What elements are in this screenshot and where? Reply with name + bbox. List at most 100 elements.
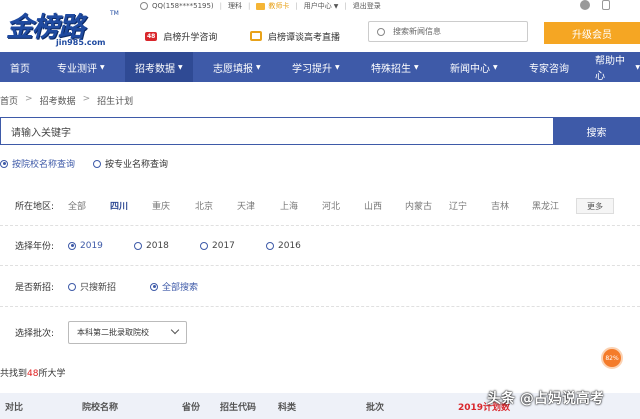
year-label: 选择年份:	[15, 242, 55, 252]
teacher-card-link[interactable]: 教师卡	[268, 1, 289, 11]
keyword-input[interactable]: 请输入关键字	[0, 117, 553, 145]
year-2018[interactable]: 2018	[134, 241, 169, 251]
new-recruit-filter: 是否新招: 只搜新招 全部搜索	[0, 267, 640, 307]
radio-icon	[93, 159, 102, 168]
result-number: 48	[27, 369, 39, 379]
top-header: 金榜路 jin985.com TM QQ(158****5195) | 理科 |…	[0, 0, 640, 52]
chevron-right-icon: >	[25, 94, 33, 104]
col-batch: 批次	[366, 403, 385, 413]
breadcrumb-home[interactable]: 首页	[0, 94, 18, 107]
new-only-option[interactable]: 只搜新招	[68, 280, 116, 293]
radio-icon	[68, 282, 76, 291]
nav-special[interactable]: 特殊招生 ▼	[371, 52, 419, 82]
user-subject: 理科	[228, 2, 243, 10]
region-beijing[interactable]: 北京	[195, 199, 213, 212]
logo-domain: jin985.com	[56, 38, 106, 47]
news-search-placeholder: 搜索新闻信息	[393, 27, 441, 36]
promo-badge: 48	[145, 31, 158, 41]
upgrade-vip-button[interactable]: 升级会员	[544, 22, 640, 44]
site-logo[interactable]: 金榜路 jin985.com TM	[6, 4, 119, 48]
user-info-bar: QQ(158****5195) | 理科 | 教师卡 | 用户中心 ▼ | 退出登…	[140, 0, 381, 12]
nav-help[interactable]: 帮助中心 ▼	[595, 52, 640, 82]
logout-link[interactable]: 退出登录	[353, 1, 381, 11]
nav-application[interactable]: 志愿填报 ▼	[213, 52, 261, 82]
promo-live[interactable]: 启榜谭谈高考直播	[250, 27, 340, 45]
region-shanxi[interactable]: 山西	[364, 199, 382, 212]
region-jilin[interactable]: 吉林	[491, 199, 509, 212]
year-filter: 选择年份: 2019 2018 2017 2016	[0, 226, 640, 266]
col-category: 科类	[278, 403, 297, 413]
region-sichuan[interactable]: 四川	[110, 199, 128, 212]
wechat-icon[interactable]	[580, 0, 590, 10]
all-search-option[interactable]: 全部搜索	[150, 280, 198, 293]
col-province: 省份	[182, 403, 201, 413]
result-count: 共找到48所大学	[0, 369, 66, 379]
nav-admission-data[interactable]: 招考数据 ▼	[125, 52, 193, 82]
year-2019[interactable]: 2019	[68, 241, 103, 251]
region-liaoning[interactable]: 辽宁	[449, 199, 467, 212]
batch-select[interactable]: 本科第二批录取院校	[68, 321, 187, 344]
search-icon	[377, 27, 385, 36]
new-recruit-label: 是否新招:	[15, 283, 55, 293]
user-qq[interactable]: QQ(158****5195)	[152, 2, 214, 10]
radio-icon	[200, 241, 208, 250]
breadcrumb-current: 招生计划	[97, 97, 134, 107]
year-2017[interactable]: 2017	[200, 241, 235, 251]
logo-tm: TM	[110, 10, 119, 17]
region-tianjin[interactable]: 天津	[237, 199, 255, 212]
keyword-search-button[interactable]: 搜索	[553, 117, 640, 145]
region-more-button[interactable]: 更多	[576, 198, 614, 214]
breadcrumb-data[interactable]: 招考数据	[40, 94, 76, 107]
chevron-down-icon: ▼	[333, 2, 339, 10]
chevron-down-icon: ▼	[256, 63, 261, 71]
batch-label: 选择批次:	[15, 328, 55, 339]
progress-badge[interactable]: 82%	[601, 347, 623, 369]
breadcrumb: 首页 > 招考数据 > 招生计划	[0, 94, 133, 107]
tv-icon	[250, 31, 262, 41]
promo-consult-label: 启榜升学咨询	[163, 32, 218, 43]
user-icon	[140, 2, 148, 10]
col-school: 院校名称	[82, 403, 119, 413]
news-search-input[interactable]: 搜索新闻信息	[368, 21, 528, 42]
top-icons	[580, 0, 610, 10]
region-label: 所在地区:	[15, 202, 55, 212]
nav-news[interactable]: 新闻中心 ▼	[450, 52, 498, 82]
chevron-down-icon	[170, 325, 180, 335]
chevron-down-icon: ▼	[178, 63, 183, 71]
nav-expert[interactable]: 专家咨询	[529, 52, 569, 82]
phone-icon[interactable]	[602, 0, 610, 10]
mode-by-major[interactable]: 按专业名称查询	[93, 157, 168, 170]
promo-live-label: 启榜谭谈高考直播	[268, 32, 341, 43]
radio-checked-icon	[150, 282, 158, 291]
chevron-down-icon: ▼	[100, 63, 105, 71]
col-code: 招生代码	[220, 403, 257, 413]
chevron-down-icon: ▼	[493, 63, 498, 71]
mode-by-school[interactable]: 按院校名称查询	[0, 157, 75, 170]
search-mode: 按院校名称查询 按专业名称查询	[0, 157, 186, 170]
region-filter: 所在地区: 全部 四川 重庆 北京 天津 上海 河北 山西 内蒙古 辽宁 吉林 …	[0, 186, 640, 226]
region-chongqing[interactable]: 重庆	[152, 199, 170, 212]
chevron-right-icon: >	[82, 94, 91, 104]
chevron-down-icon: ▼	[414, 63, 419, 71]
region-hebei[interactable]: 河北	[322, 199, 340, 212]
col-compare: 对比	[5, 403, 24, 413]
user-center-link[interactable]: 用户中心	[304, 1, 332, 11]
radio-icon	[134, 241, 142, 250]
keyword-placeholder: 请输入关键字	[11, 127, 71, 139]
year-2016[interactable]: 2016	[266, 241, 301, 251]
chevron-down-icon: ▼	[635, 63, 640, 71]
region-all[interactable]: 全部	[68, 199, 86, 212]
nav-assessment[interactable]: 专业测评 ▼	[57, 52, 105, 82]
nav-study[interactable]: 学习提升 ▼	[292, 52, 340, 82]
region-heilongjiang[interactable]: 黑龙江	[532, 199, 559, 212]
region-shanghai[interactable]: 上海	[280, 199, 298, 212]
radio-icon	[266, 241, 274, 250]
radio-checked-icon	[0, 159, 8, 168]
promo-consult[interactable]: 48 启榜升学咨询	[145, 27, 217, 45]
region-neimenggu[interactable]: 内蒙古	[405, 199, 432, 212]
watermark: 头条 @占妈说高考	[487, 391, 604, 407]
batch-value: 本科第二批录取院校	[77, 328, 149, 337]
radio-checked-icon	[68, 241, 76, 250]
main-nav: 首页 专业测评 ▼ 招考数据 ▼ 志愿填报 ▼ 学习提升 ▼ 特殊招生 ▼ 新闻中心 ▼ 专…	[0, 52, 640, 82]
nav-home[interactable]: 首页	[10, 52, 30, 82]
